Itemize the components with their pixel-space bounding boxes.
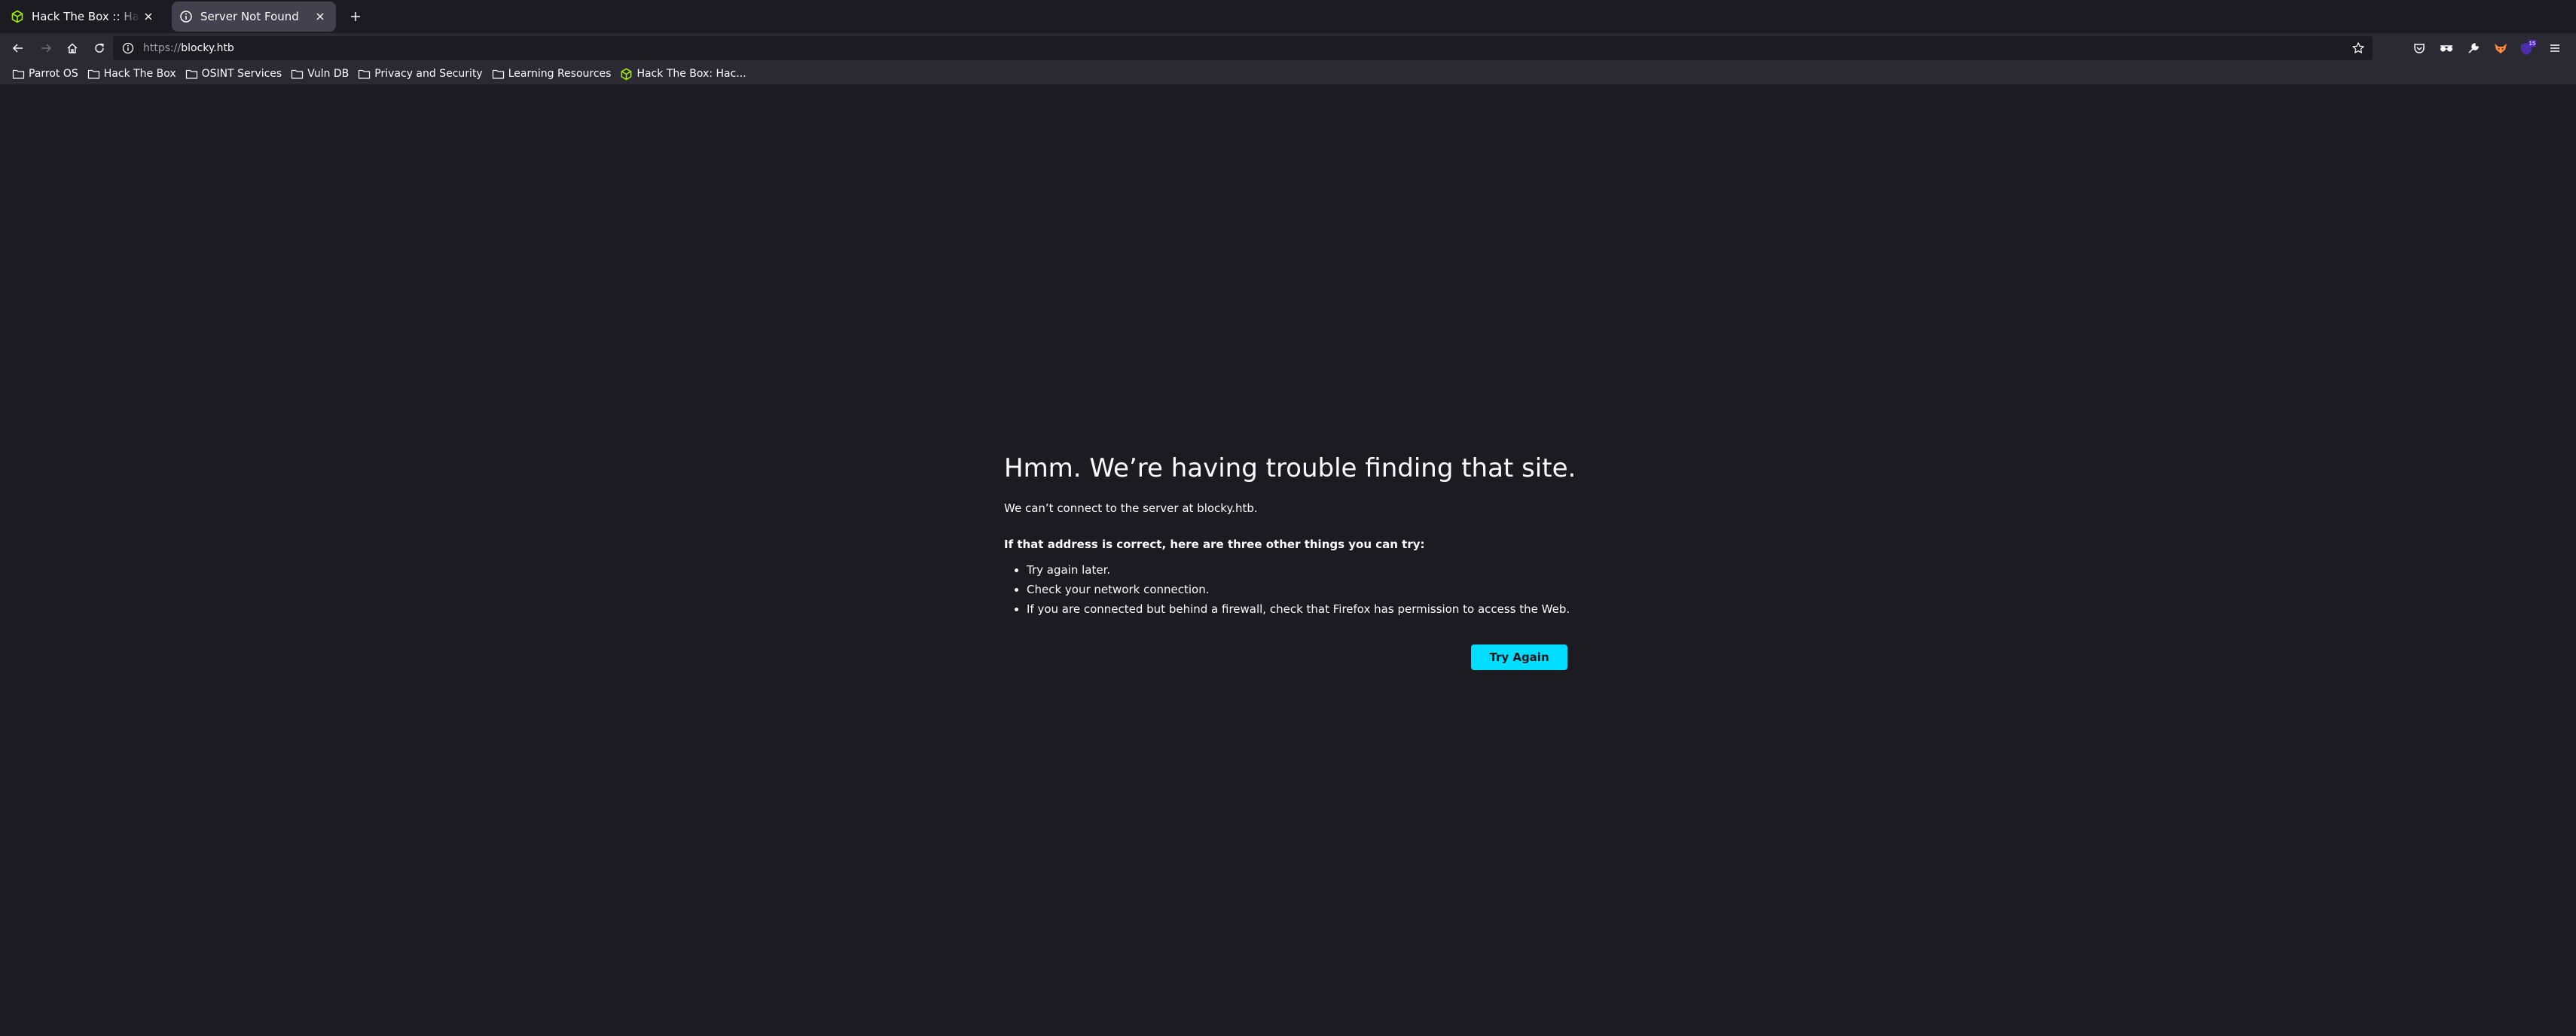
suggestions-list: Try again later. Check your network conn… bbox=[1004, 560, 1576, 619]
bookmarks-toolbar: Parrot OS Hack The Box OSINT Services Vu… bbox=[0, 63, 2576, 84]
htb-cube-icon bbox=[11, 10, 24, 23]
folder-icon bbox=[359, 69, 371, 79]
home-icon bbox=[67, 43, 78, 53]
mask-glasses-icon bbox=[2440, 45, 2452, 52]
folder-icon bbox=[12, 69, 25, 79]
tab-server-not-found[interactable]: Server Not Found bbox=[172, 2, 336, 32]
bookmark-label: OSINT Services bbox=[201, 68, 282, 80]
info-circle-icon bbox=[179, 10, 193, 23]
incognito-extension-button[interactable] bbox=[2436, 38, 2457, 59]
bookmark-folder-hack-the-box[interactable]: Hack The Box bbox=[84, 65, 179, 83]
htb-cube-icon bbox=[621, 68, 632, 80]
bookmark-folder-parrot-os[interactable]: Parrot OS bbox=[9, 65, 81, 83]
folder-icon bbox=[87, 69, 99, 79]
url-text[interactable]: https://blocky.htb bbox=[143, 42, 234, 54]
back-button[interactable] bbox=[8, 38, 29, 59]
bookmark-folder-osint-services[interactable]: OSINT Services bbox=[182, 65, 285, 83]
bookmark-folder-learning-resources[interactable]: Learning Resources bbox=[489, 65, 615, 83]
suggestion-item: Check your network connection. bbox=[1027, 580, 1576, 599]
folder-icon bbox=[291, 69, 304, 79]
suggestion-item: If you are connected but behind a firewa… bbox=[1027, 599, 1576, 619]
bookmark-label: Vuln DB bbox=[307, 68, 349, 80]
url-scheme: https:// bbox=[143, 42, 182, 54]
suggestions-heading: If that address is correct, here are thr… bbox=[1004, 538, 1425, 551]
try-again-button[interactable]: Try Again bbox=[1471, 644, 1567, 670]
bookmark-label: Parrot OS bbox=[29, 68, 78, 80]
bookmark-label: Learning Resources bbox=[508, 68, 612, 80]
error-page-container: Hmm. We’re having trouble finding that s… bbox=[1004, 447, 1576, 670]
info-circle-icon[interactable] bbox=[121, 41, 136, 56]
forward-button[interactable] bbox=[35, 38, 56, 59]
reload-button[interactable] bbox=[89, 38, 110, 59]
close-icon[interactable] bbox=[140, 8, 157, 25]
bookmark-folder-vuln-db[interactable]: Vuln DB bbox=[288, 65, 352, 83]
navigation-toolbar: https://blocky.htb 15 bbox=[0, 33, 2576, 63]
error-description: We can’t connect to the server at blocky… bbox=[1004, 501, 1258, 515]
arrow-right-icon bbox=[41, 44, 52, 53]
tab-title: Server Not Found bbox=[200, 10, 299, 23]
tab-title: Hack The Box :: Hack The Box bbox=[32, 10, 140, 23]
pocket-icon bbox=[2414, 44, 2425, 53]
bookmark-folder-privacy-and-security[interactable]: Privacy and Security bbox=[355, 65, 485, 83]
tools-extension-button[interactable] bbox=[2463, 38, 2484, 59]
bookmark-star-icon[interactable] bbox=[2350, 40, 2367, 56]
bookmark-label: Privacy and Security bbox=[374, 68, 483, 80]
url-host: blocky.htb bbox=[181, 42, 234, 54]
wrench-icon bbox=[2468, 43, 2479, 53]
bookmark-label: Hack The Box: Hac... bbox=[636, 68, 746, 80]
folder-icon bbox=[492, 69, 504, 79]
fox-icon bbox=[2495, 44, 2507, 53]
foxyproxy-extension-button[interactable] bbox=[2490, 38, 2511, 59]
ublock-extension-button[interactable]: 15 bbox=[2517, 38, 2538, 59]
home-button[interactable] bbox=[62, 38, 83, 59]
bookmark-hack-the-box-link[interactable]: Hack The Box: Hac... bbox=[617, 65, 749, 83]
extension-badge-count: 15 bbox=[2529, 41, 2536, 47]
url-bar[interactable]: https://blocky.htb bbox=[113, 36, 2373, 60]
tab-hack-the-box[interactable]: Hack The Box :: Hack The Box bbox=[3, 2, 164, 32]
bookmark-label: Hack The Box bbox=[103, 68, 176, 80]
reload-icon bbox=[95, 43, 104, 53]
error-title: Hmm. We’re having trouble finding that s… bbox=[1004, 453, 1576, 483]
hamburger-menu-icon bbox=[2550, 44, 2559, 52]
new-tab-button[interactable] bbox=[345, 6, 366, 27]
folder-icon bbox=[185, 69, 197, 79]
suggestion-item: Try again later. bbox=[1027, 560, 1576, 580]
close-icon[interactable] bbox=[312, 8, 328, 25]
pocket-button[interactable] bbox=[2409, 38, 2430, 59]
arrow-left-icon bbox=[12, 44, 23, 53]
tab-strip: Hack The Box :: Hack The Box Server Not … bbox=[0, 0, 2576, 33]
shield-icon: 15 bbox=[2521, 40, 2536, 55]
app-menu-button[interactable] bbox=[2544, 38, 2565, 59]
